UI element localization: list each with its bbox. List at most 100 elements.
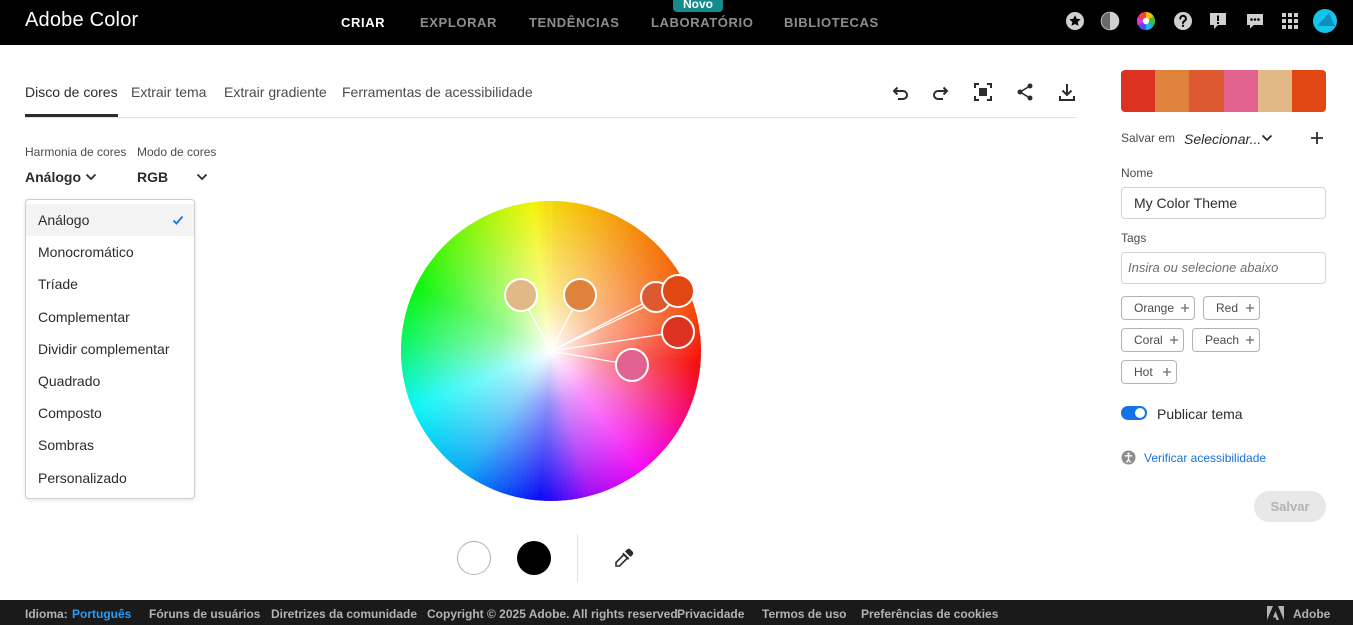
nav-explorar[interactable]: EXPLORAR — [420, 15, 497, 30]
tab-extrair-tema[interactable]: Extrair tema — [131, 84, 206, 100]
palette-swatch[interactable] — [1291, 70, 1326, 112]
tag-label: Peach — [1205, 333, 1240, 347]
menu-item-analogo[interactable]: Análogo — [26, 204, 194, 236]
footer-link-guidelines[interactable]: Diretrizes da comunidade — [271, 607, 417, 621]
chevron-down-icon[interactable] — [1261, 133, 1273, 143]
menu-item-dividir-complementar[interactable]: Dividir complementar — [26, 333, 194, 365]
plus-icon — [1163, 368, 1171, 376]
publish-label: Publicar tema — [1157, 406, 1243, 422]
palette-swatch[interactable] — [1223, 70, 1258, 112]
white-swatch-button[interactable] — [457, 541, 491, 575]
top-bar: Adobe Color CRIAR EXPLORAR TENDÊNCIAS No… — [0, 0, 1353, 45]
star-icon[interactable] — [1065, 11, 1085, 31]
save-button[interactable]: Salvar — [1254, 491, 1326, 522]
black-swatch-button[interactable] — [517, 541, 551, 575]
tag-peach[interactable]: Peach — [1192, 328, 1260, 352]
language-label: Idioma: — [25, 607, 68, 621]
new-badge: Novo — [673, 0, 723, 12]
check-accessibility-link[interactable]: Verificar acessibilidade — [1144, 451, 1266, 465]
color-handle[interactable] — [661, 315, 695, 349]
avatar-graphic-icon — [1317, 13, 1335, 26]
fullscreen-icon[interactable] — [973, 82, 993, 102]
menu-item-complementar[interactable]: Complementar — [26, 301, 194, 333]
menu-item-quadrado[interactable]: Quadrado — [26, 365, 194, 397]
color-wheel-icon[interactable] — [1136, 11, 1156, 31]
app-grid-icon[interactable] — [1280, 11, 1300, 31]
plus-icon — [1170, 336, 1178, 344]
color-handle[interactable] — [661, 274, 695, 308]
tag-hot[interactable]: Hot — [1121, 360, 1177, 384]
harmony-dropdown-menu: Análogo Monocromático Tríade Complementa… — [25, 199, 195, 499]
feedback-icon[interactable] — [1208, 11, 1228, 31]
color-handle[interactable] — [615, 348, 649, 382]
menu-item-composto[interactable]: Composto — [26, 397, 194, 429]
theme-palette[interactable] — [1121, 70, 1326, 112]
plus-icon — [1246, 336, 1254, 344]
menu-item-sombras[interactable]: Sombras — [26, 429, 194, 461]
chevron-down-icon[interactable] — [85, 172, 97, 182]
app-logo[interactable]: Adobe Color — [25, 9, 138, 32]
tag-label: Red — [1216, 301, 1239, 315]
divider — [577, 534, 578, 582]
share-icon[interactable] — [1015, 82, 1035, 102]
contrast-icon[interactable] — [1100, 11, 1120, 31]
menu-item-label: Análogo — [38, 212, 90, 228]
undo-icon[interactable] — [890, 82, 910, 102]
create-tabs: Disco de cores Extrair tema Extrair grad… — [25, 84, 1076, 118]
color-wheel[interactable] — [396, 196, 706, 506]
color-handle[interactable] — [563, 278, 597, 312]
footer-link-forums[interactable]: Fóruns de usuários — [149, 607, 260, 621]
nav-bibliotecas[interactable]: BIBLIOTECAS — [784, 15, 879, 30]
tag-orange[interactable]: Orange — [1121, 296, 1195, 320]
tab-disco-de-cores[interactable]: Disco de cores — [25, 84, 118, 117]
tag-coral[interactable]: Coral — [1121, 328, 1184, 352]
menu-item-triade[interactable]: Tríade — [26, 268, 194, 300]
user-avatar[interactable] — [1313, 9, 1337, 33]
harmony-label: Harmonia de cores — [25, 145, 127, 159]
footer: Idioma: Português Fóruns de usuários Dir… — [0, 600, 1353, 625]
language-link[interactable]: Português — [72, 607, 131, 621]
palette-swatch[interactable] — [1121, 70, 1156, 112]
library-select[interactable]: Selecionar... — [1184, 131, 1261, 147]
tags-label: Tags — [1121, 231, 1147, 245]
chat-icon[interactable] — [1245, 11, 1265, 31]
tags-input[interactable]: Insira ou selecione abaixo — [1121, 252, 1326, 284]
palette-swatch[interactable] — [1155, 70, 1190, 112]
help-icon[interactable] — [1173, 11, 1193, 31]
color-handle[interactable] — [504, 278, 538, 312]
tag-label: Hot — [1134, 365, 1153, 379]
chevron-down-icon[interactable] — [196, 172, 208, 182]
theme-name-input[interactable]: My Color Theme — [1121, 187, 1326, 219]
footer-copyright: Copyright © 2025 Adobe. All rights reser… — [427, 607, 682, 621]
add-library-icon[interactable] — [1309, 130, 1325, 146]
adobe-logo-icon — [1267, 606, 1284, 620]
mode-label: Modo de cores — [137, 145, 217, 159]
save-in-label: Salvar em — [1121, 131, 1176, 145]
tag-red[interactable]: Red — [1203, 296, 1260, 320]
plus-icon — [1181, 304, 1189, 312]
plus-icon — [1246, 304, 1254, 312]
adobe-brand: Adobe — [1293, 607, 1331, 621]
eyedropper-icon[interactable] — [612, 546, 636, 570]
palette-swatch[interactable] — [1257, 70, 1292, 112]
download-icon[interactable] — [1057, 82, 1077, 102]
checkmark-icon — [172, 215, 184, 225]
publish-toggle[interactable] — [1121, 406, 1147, 420]
footer-link-privacy[interactable]: Privacidade — [677, 607, 744, 621]
tag-label: Coral — [1134, 333, 1163, 347]
menu-item-monocromatico[interactable]: Monocromático — [26, 236, 194, 268]
menu-item-personalizado[interactable]: Personalizado — [26, 462, 194, 494]
accessibility-icon — [1121, 450, 1136, 465]
footer-link-terms[interactable]: Termos de uso — [762, 607, 846, 621]
tag-label: Orange — [1134, 301, 1175, 315]
nav-tendencias[interactable]: TENDÊNCIAS — [529, 15, 620, 30]
nav-criar[interactable]: CRIAR — [341, 15, 385, 30]
harmony-value[interactable]: Análogo — [25, 169, 81, 185]
tab-extrair-gradiente[interactable]: Extrair gradiente — [224, 84, 327, 100]
tab-ferramentas-acessibilidade[interactable]: Ferramentas de acessibilidade — [342, 84, 533, 100]
footer-link-cookies[interactable]: Preferências de cookies — [861, 607, 998, 621]
nav-laboratorio[interactable]: LABORATÓRIO — [651, 15, 753, 30]
palette-swatch[interactable] — [1189, 70, 1224, 112]
mode-value[interactable]: RGB — [137, 169, 168, 185]
redo-icon[interactable] — [931, 82, 951, 102]
